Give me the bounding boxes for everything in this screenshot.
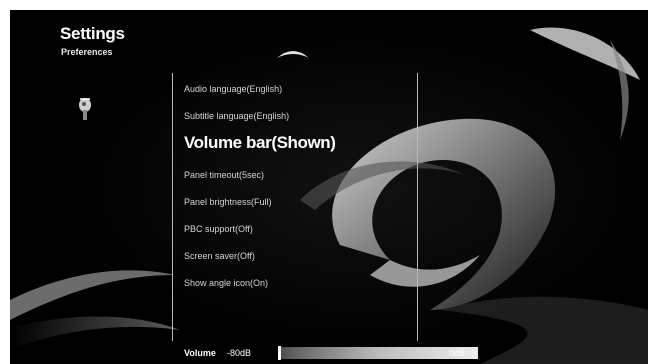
- audio-settings-icon: [79, 98, 91, 120]
- menu-item-pbc-support[interactable]: PBC support(Off): [184, 224, 253, 234]
- volume-label: Volume: [184, 348, 216, 358]
- page-title: Settings: [60, 24, 125, 43]
- menu-divider-right: [417, 73, 418, 341]
- menu-item-screen-saver[interactable]: Screen saver(Off): [184, 251, 255, 261]
- volume-max-label: 0dB: [449, 348, 466, 358]
- menu-item-subtitle-language[interactable]: Subtitle language(English): [184, 111, 289, 121]
- volume-level-marker[interactable]: [278, 346, 281, 360]
- settings-screen: Settings Preferences Audio language(Engl…: [10, 10, 648, 364]
- volume-bar: Volume -80dB 0dB: [184, 346, 504, 362]
- volume-min-label: -80dB: [227, 348, 252, 358]
- menu-divider-left: [172, 73, 173, 341]
- scroll-up-icon[interactable]: [275, 46, 311, 60]
- volume-fill: [256, 347, 278, 359]
- volume-track[interactable]: [256, 346, 478, 360]
- menu-item-panel-brightness[interactable]: Panel brightness(Full): [184, 197, 272, 207]
- menu-item-volume-bar[interactable]: Volume bar(Shown): [184, 133, 336, 153]
- menu-item-audio-language[interactable]: Audio language(English): [184, 84, 282, 94]
- background-swirl: [10, 10, 648, 364]
- menu-item-show-angle-icon[interactable]: Show angle icon(On): [184, 278, 268, 288]
- menu-item-panel-timeout[interactable]: Panel timeout(5sec): [184, 170, 264, 180]
- page-subtitle: Preferences: [61, 47, 113, 57]
